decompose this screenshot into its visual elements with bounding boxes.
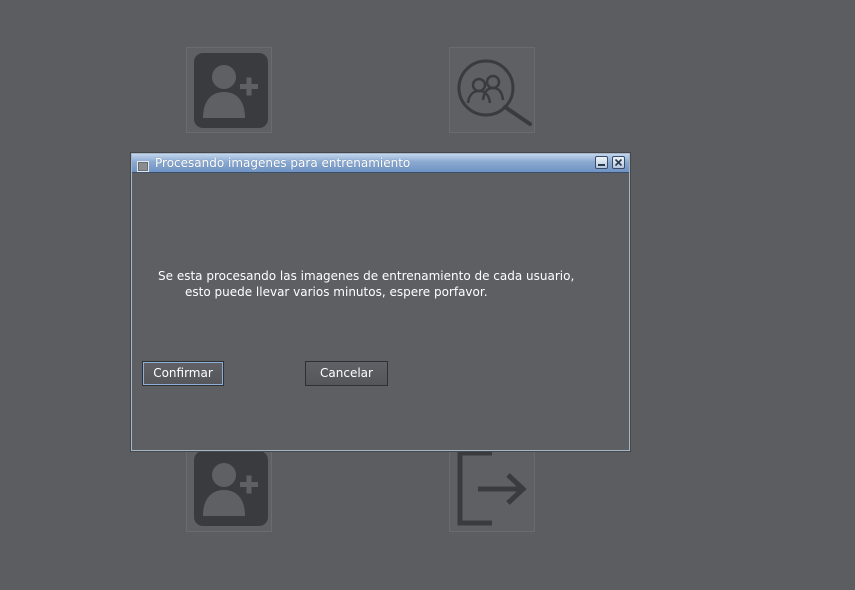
add-user-icon (194, 451, 268, 526)
dialog-message-line1: Se esta procesando las imagenes de entre… (158, 269, 575, 283)
search-users-tile[interactable] (449, 47, 535, 133)
add-user-icon (194, 53, 268, 128)
dialog-titlebar[interactable]: Procesando imagenes para entrenamiento (132, 154, 629, 173)
close-icon (614, 158, 623, 167)
minimize-icon (598, 164, 605, 166)
add-user-tile-bottom[interactable] (186, 446, 272, 532)
confirm-button[interactable]: Confirmar (142, 361, 224, 386)
dialog-message-line2: esto puede llevar varios minutos, espere… (185, 285, 488, 299)
desktop: Procesando imagenes para entrenamiento S… (0, 0, 855, 590)
window-icon (137, 157, 149, 172)
logout-tile[interactable] (449, 446, 535, 532)
processing-dialog: Procesando imagenes para entrenamiento S… (131, 153, 630, 451)
search-users-icon (457, 59, 532, 126)
add-user-tile-top[interactable] (186, 47, 272, 133)
minimize-button[interactable] (595, 156, 608, 169)
cancel-button[interactable]: Cancelar (305, 361, 388, 386)
close-button[interactable] (612, 156, 625, 169)
dialog-title: Procesando imagenes para entrenamiento (155, 156, 411, 170)
logout-icon (457, 450, 527, 526)
